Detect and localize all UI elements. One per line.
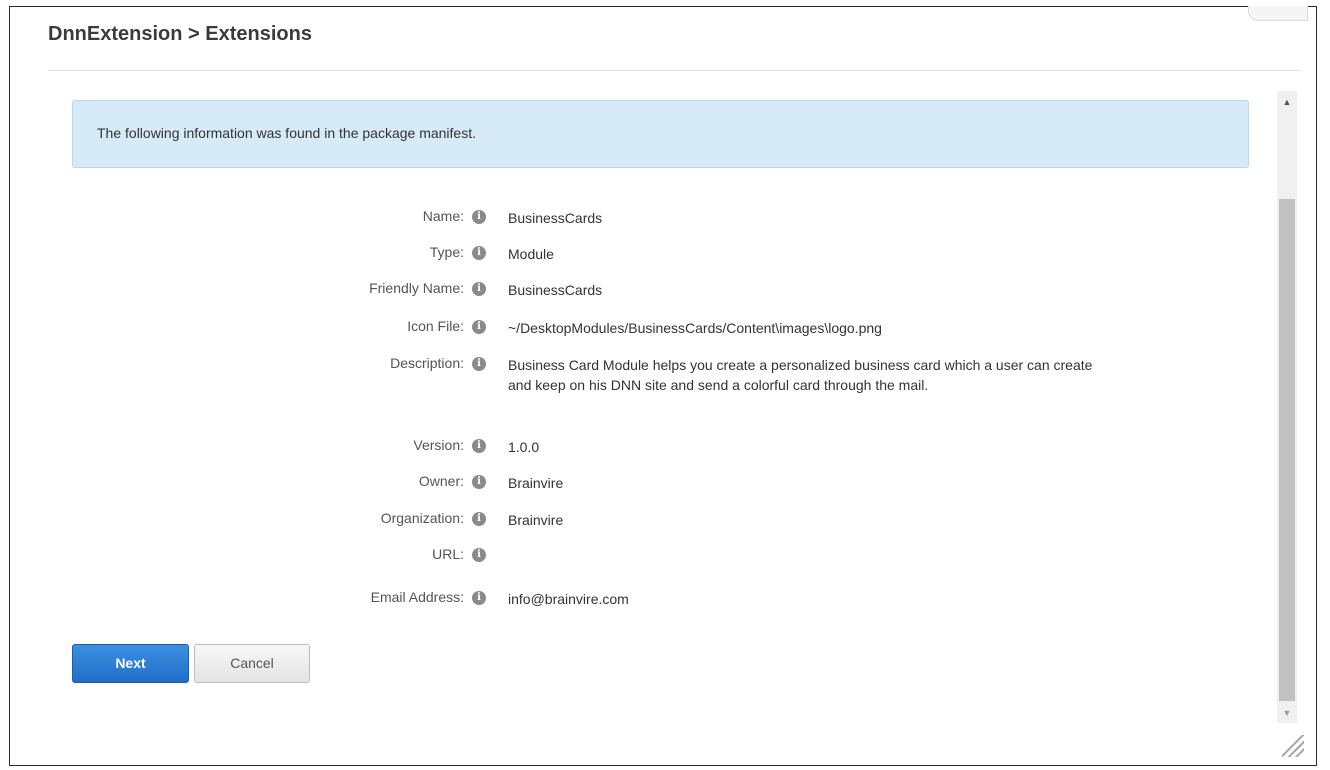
info-icon[interactable]: i bbox=[472, 439, 486, 453]
field-label: URL: bbox=[432, 546, 464, 562]
dialog-corner-tab bbox=[1248, 6, 1308, 21]
resize-grip-icon[interactable] bbox=[1282, 735, 1304, 757]
field-value: 1.0.0 bbox=[508, 439, 540, 455]
scroll-thumb[interactable] bbox=[1279, 199, 1295, 701]
field-value: ~/DesktopModules/BusinessCards/Content\i… bbox=[508, 320, 882, 336]
field-label: Description: bbox=[390, 355, 464, 371]
info-icon[interactable]: i bbox=[472, 512, 486, 526]
field-value: info@brainvire.com bbox=[508, 591, 629, 607]
field-value: Brainvire bbox=[508, 512, 564, 528]
field-label: Name: bbox=[422, 208, 464, 224]
vertical-scrollbar[interactable]: ▲ ▼ bbox=[1277, 91, 1297, 723]
field-label: Icon File: bbox=[407, 318, 464, 334]
field-value: Module bbox=[508, 246, 554, 262]
field-label: Friendly Name: bbox=[369, 280, 464, 296]
field-value: Business Card Module helps you create a … bbox=[508, 357, 1093, 393]
field-value: BusinessCards bbox=[508, 210, 603, 226]
info-icon[interactable]: i bbox=[472, 475, 486, 489]
dialog-content: The following information was found in t… bbox=[46, 81, 1276, 721]
field-label: Email Address: bbox=[370, 589, 464, 605]
cancel-button[interactable]: Cancel bbox=[194, 644, 310, 683]
field-label: Organization: bbox=[380, 510, 464, 526]
info-icon[interactable]: i bbox=[472, 282, 486, 296]
field-value: Brainvire bbox=[508, 475, 564, 491]
info-icon[interactable]: i bbox=[472, 357, 486, 371]
info-message-text: The following information was found in t… bbox=[97, 125, 476, 141]
info-icon[interactable]: i bbox=[472, 591, 486, 605]
scroll-down-arrow-icon[interactable]: ▼ bbox=[1277, 703, 1297, 723]
field-label: Version: bbox=[413, 437, 464, 453]
next-button[interactable]: Next bbox=[72, 644, 189, 683]
info-icon[interactable]: i bbox=[472, 210, 486, 224]
title-divider bbox=[48, 70, 1301, 71]
info-icon[interactable]: i bbox=[472, 548, 486, 562]
field-label: Type: bbox=[429, 244, 464, 260]
field-value: BusinessCards bbox=[508, 282, 603, 298]
info-message-box: The following information was found in t… bbox=[72, 100, 1249, 168]
info-icon[interactable]: i bbox=[472, 320, 486, 334]
dialog-title: DnnExtension > Extensions bbox=[48, 23, 312, 45]
info-icon[interactable]: i bbox=[472, 246, 486, 260]
extension-dialog: DnnExtension > Extensions The following … bbox=[9, 6, 1317, 766]
field-label: Owner: bbox=[418, 473, 464, 489]
scroll-up-arrow-icon[interactable]: ▲ bbox=[1277, 91, 1297, 111]
